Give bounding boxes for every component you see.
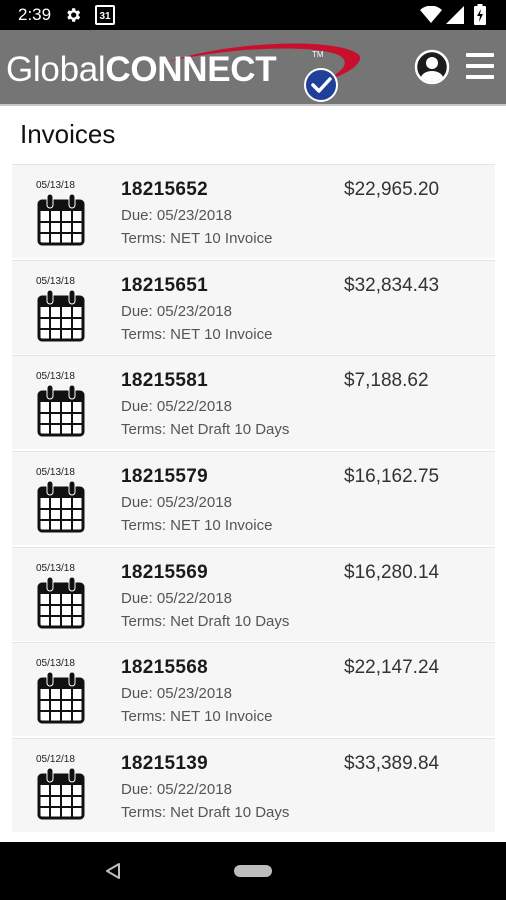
status-bar: 2:39 31 <box>0 0 506 30</box>
invoice-terms: Terms: NET 10 Invoice <box>121 230 273 247</box>
calendar-icon <box>37 288 85 347</box>
check-badge-icon <box>304 68 338 102</box>
invoice-due-date: Due: 05/23/2018 <box>121 302 232 320</box>
logo-text-light: Global <box>6 50 106 89</box>
invoice-list: 05/13/18 18215652 Due: 05/23/2018 Terms:… <box>12 164 495 834</box>
logo-text-bold: CONNECT <box>105 50 277 89</box>
invoice-due-date: Due: 05/23/2018 <box>121 207 232 224</box>
battery-icon <box>474 4 486 25</box>
invoice-due-date: Due: 05/23/2018 <box>121 685 232 703</box>
invoice-number: 18215652 <box>121 179 208 200</box>
invoice-amount: $33,389.84 <box>344 753 440 775</box>
invoice-date: 05/13/18 <box>36 467 75 479</box>
invoice-number: 18215651 <box>121 274 208 296</box>
invoice-due-date: Due: 05/22/2018 <box>121 589 232 607</box>
invoice-row[interactable]: 05/13/18 18215581 Due: 05/22/2018 Terms:… <box>12 355 495 450</box>
trademark-mark: TM <box>312 50 324 59</box>
invoice-number: 18215579 <box>121 466 208 488</box>
invoice-amount: $32,834.43 <box>344 274 440 296</box>
invoice-row[interactable]: 05/13/18 18215651 Due: 05/23/2018 Terms:… <box>12 259 495 354</box>
invoice-row[interactable]: 05/13/18 18215579 Due: 05/23/2018 Terms:… <box>12 451 495 546</box>
menu-icon[interactable] <box>466 53 494 79</box>
invoice-terms: Terms: NET 10 Invoice <box>121 325 273 343</box>
calendar-icon <box>37 575 85 634</box>
app-bar: GlobalCONNECT TM <box>0 30 506 106</box>
invoice-due-date: Due: 05/22/2018 <box>121 398 232 416</box>
invoice-row[interactable]: 05/13/18 18215569 Due: 05/22/2018 Terms:… <box>12 546 495 641</box>
calendar-icon <box>37 479 85 538</box>
calendar-icon <box>37 383 85 442</box>
invoice-amount: $16,280.14 <box>344 561 440 583</box>
invoice-due-date: Due: 05/22/2018 <box>121 781 232 799</box>
invoice-terms: Terms: NET 10 Invoice <box>121 708 273 726</box>
invoice-row[interactable]: 05/13/18 18215568 Due: 05/23/2018 Terms:… <box>12 642 495 737</box>
calendar-icon <box>37 766 85 825</box>
invoice-row[interactable]: 05/13/18 18215652 Due: 05/23/2018 Terms:… <box>12 164 495 258</box>
signal-icon <box>446 6 464 24</box>
account-icon[interactable] <box>414 49 450 85</box>
navigation-bar <box>0 842 506 900</box>
invoice-number: 18215581 <box>121 370 208 392</box>
calendar-icon <box>37 192 85 251</box>
status-time: 2:39 <box>18 5 52 24</box>
wifi-icon <box>420 6 442 24</box>
invoice-terms: Terms: Net Draft 10 Days <box>121 612 290 630</box>
invoice-amount: $22,147.24 <box>344 657 440 679</box>
globalconnect-logo[interactable]: GlobalCONNECT TM <box>6 40 366 102</box>
calendar-icon <box>37 670 85 729</box>
invoice-date: 05/13/18 <box>36 562 75 574</box>
invoice-date: 05/13/18 <box>36 371 75 383</box>
invoice-terms: Terms: Net Draft 10 Days <box>121 421 290 439</box>
invoice-amount: $7,188.62 <box>344 370 429 392</box>
invoice-amount: $16,162.75 <box>344 466 440 488</box>
back-icon[interactable] <box>104 862 122 885</box>
invoice-due-date: Due: 05/23/2018 <box>121 494 232 512</box>
calendar-icon: 31 <box>95 5 115 25</box>
home-icon[interactable] <box>234 865 272 877</box>
invoice-date: 05/13/18 <box>36 275 75 287</box>
invoice-terms: Terms: Net Draft 10 Days <box>121 804 290 822</box>
invoice-date: 05/13/18 <box>36 180 75 191</box>
invoice-date: 05/13/18 <box>36 658 75 670</box>
page-title: Invoices <box>20 119 116 149</box>
invoice-number: 18215568 <box>121 657 208 679</box>
invoice-number: 18215139 <box>121 753 208 775</box>
invoice-terms: Terms: NET 10 Invoice <box>121 517 273 535</box>
gear-icon <box>64 6 82 24</box>
invoice-amount: $22,965.20 <box>344 179 440 200</box>
invoice-row[interactable]: 05/12/18 18215139 Due: 05/22/2018 Terms:… <box>12 738 495 833</box>
invoice-number: 18215569 <box>121 561 208 583</box>
calendar-day: 31 <box>99 10 111 22</box>
invoice-date: 05/12/18 <box>36 754 75 766</box>
